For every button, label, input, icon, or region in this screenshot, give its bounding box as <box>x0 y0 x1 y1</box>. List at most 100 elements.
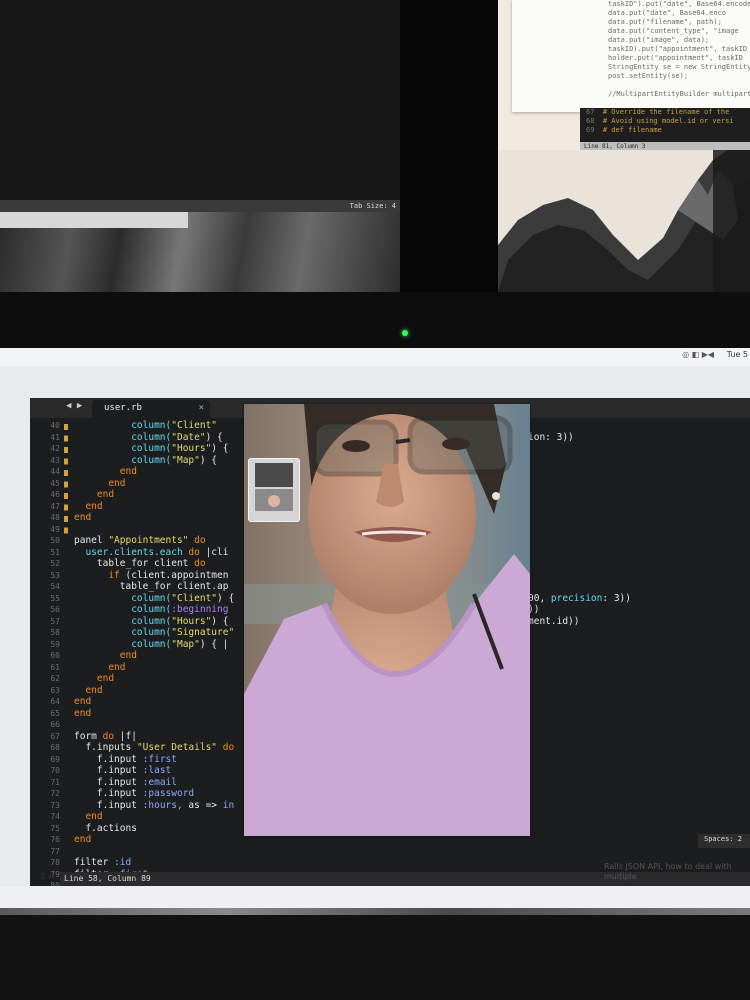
line-number: 48 <box>50 513 60 522</box>
comment-line: 69 # def filename <box>580 126 750 135</box>
line-number: 62 <box>50 674 60 683</box>
code-token: ) { <box>217 592 235 604</box>
code-line: column("Map") { <box>74 455 246 467</box>
power-led <box>402 330 408 336</box>
line-number: 67 <box>50 731 60 741</box>
tab-nav-arrows-icon[interactable]: ◀ ▶ <box>66 401 82 411</box>
code-line: f.input :first <box>74 754 246 766</box>
line-number: 75 <box>50 823 60 833</box>
self-view-thumbnail[interactable] <box>248 458 300 522</box>
mountain-wallpaper <box>498 150 750 292</box>
menu-bar-clock[interactable]: Tue 5 <box>727 350 748 359</box>
code-token: ) { | <box>199 638 229 650</box>
code-token: ) { <box>199 454 218 466</box>
code-line: form do |f| <box>74 731 246 743</box>
line-number: 57 <box>50 616 60 626</box>
line-number: 52 <box>50 559 60 568</box>
fold-marker[interactable] <box>64 504 68 511</box>
line-number: 68 <box>50 743 60 752</box>
code-line: end <box>74 708 246 720</box>
code-token: column( <box>131 615 172 627</box>
line-number: 67 <box>586 108 603 116</box>
top-right-code-lines: taskID").put("date", Base64.encode data.p… <box>512 0 750 99</box>
line-number: 70 <box>50 766 60 775</box>
line-number: 69 <box>50 754 60 764</box>
fold-marker[interactable] <box>64 527 68 534</box>
fold-marker[interactable] <box>64 435 68 442</box>
code-line: f.actions <box>74 823 246 835</box>
fold-marker[interactable] <box>64 493 68 499</box>
code-token: "Map" <box>171 454 200 466</box>
fold-marker[interactable] <box>64 424 68 430</box>
code-token: :hours, <box>142 799 189 811</box>
code-line: taskID").put("date", Base64.encode <box>608 0 750 8</box>
fold-marker[interactable] <box>64 458 68 465</box>
fold-marker[interactable] <box>64 516 68 522</box>
code-line: end <box>74 466 246 478</box>
line-number: 42 <box>50 444 60 453</box>
tab-user-rb[interactable]: user.rb × <box>92 400 210 418</box>
code-line: end <box>74 662 246 674</box>
code-token: "Client" <box>171 420 218 431</box>
code-token: f.input <box>96 776 143 788</box>
indentation-setting[interactable]: Spaces: 2 <box>698 834 750 848</box>
top-left-find-bar[interactable] <box>0 212 188 228</box>
menu-bar-status-icons[interactable]: ◎ ◧ ▶◀ <box>682 350 714 359</box>
code-token: "Client" <box>171 592 218 604</box>
code-token: column( <box>131 592 172 604</box>
top-right-dark-editor: 67 # Override the filename of the 68 # Av… <box>580 108 750 142</box>
line-number: 58 <box>50 628 60 637</box>
code-token: column( <box>131 431 172 443</box>
line-number: 78 <box>50 858 60 867</box>
code-token: end <box>74 707 92 719</box>
top-right-code-window: taskID").put("date", Base64.encode data.p… <box>512 0 750 112</box>
code-line: data.put("image", data); <box>608 36 710 44</box>
code-token: end <box>119 650 137 661</box>
code-token: do <box>217 742 235 753</box>
background-text-left: 1 A <box>40 872 55 882</box>
code-line: end <box>74 650 246 662</box>
code-token: end <box>96 673 115 684</box>
line-number: 53 <box>50 570 60 580</box>
line-number: 56 <box>50 605 60 614</box>
line-number: 49 <box>50 524 60 534</box>
code-line: data.put("content_type", "image <box>608 27 739 35</box>
line-number: 69 <box>586 126 603 134</box>
code-line: column("Hours") { <box>74 616 246 628</box>
code-line: holder.put("appointment", taskID <box>608 54 743 62</box>
code-token: f.input <box>96 799 143 811</box>
tab-size-label[interactable]: Tab Size: 4 <box>350 200 396 212</box>
fold-marker[interactable] <box>64 481 68 488</box>
code-token: :first <box>142 753 177 765</box>
code-token: table_for client.ap <box>119 581 229 592</box>
fold-marker[interactable] <box>64 447 68 453</box>
code-line: end <box>74 696 246 708</box>
code-line: column(:beginning <box>74 604 246 616</box>
code-line: column("Client" <box>74 420 246 432</box>
code-token: do <box>194 558 206 569</box>
fold-marker[interactable] <box>64 470 68 476</box>
code-token: form <box>74 730 103 742</box>
tab-label: user.rb <box>104 403 142 413</box>
code-token: "User Details" <box>136 742 218 753</box>
code-token: 00, <box>528 592 551 604</box>
close-icon[interactable]: × <box>199 403 204 413</box>
code-token: do <box>188 535 206 546</box>
code-token: f.input <box>96 765 143 776</box>
code-line: user.clients.each do |cli <box>74 547 246 559</box>
code-token: (client.appointmen <box>125 569 229 581</box>
code-token: panel <box>74 535 109 546</box>
code-token: end <box>85 684 103 696</box>
code-area-right[interactable]: ion: 3)) 00, precision: 3)))) ment.id)) <box>528 420 750 720</box>
code-token: :id <box>114 857 132 868</box>
code-area-left[interactable]: column("Client" column("Date") { column(… <box>74 420 246 872</box>
line-number: 64 <box>50 697 60 706</box>
background-link-text[interactable]: Rails JSON API, how to deal with multipl… <box>604 862 744 882</box>
laptop-bottom-bezel <box>0 915 750 1000</box>
code-token: "Signature" <box>171 627 235 638</box>
comment-line: 67 # Override the filename of the <box>580 108 750 117</box>
